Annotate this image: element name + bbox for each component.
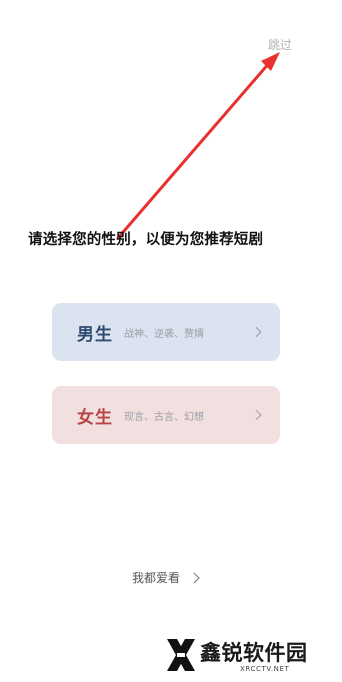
chevron-right-icon bbox=[188, 571, 200, 584]
like-all-button[interactable]: 我都爱看 bbox=[132, 569, 200, 586]
male-option-card[interactable]: 男生 战神、逆袭、赘婿 bbox=[52, 303, 280, 361]
gender-prompt: 请选择您的性别，以便为您推荐短剧 bbox=[28, 232, 264, 248]
watermark-site: XRCCTV.NET bbox=[240, 665, 290, 673]
watermark-logo-icon bbox=[167, 639, 195, 671]
female-option-card[interactable]: 女生 现言、古言、幻想 bbox=[52, 386, 280, 444]
male-option-title: 男生 bbox=[77, 324, 113, 345]
chevron-right-icon bbox=[251, 410, 262, 420]
male-option-tags: 战神、逆袭、赘婿 bbox=[124, 328, 204, 340]
female-option-tags: 现言、古言、幻想 bbox=[124, 411, 204, 423]
watermark-brand: 鑫锐软件园 bbox=[200, 641, 308, 665]
watermark: 鑫锐软件园 XRCCTV.NET bbox=[162, 633, 332, 679]
gender-selection-screen: 跳过 请选择您的性别，以便为您推荐短剧 男生 战神、逆袭、赘婿 女生 现言、古言… bbox=[0, 0, 342, 682]
chevron-right-icon bbox=[251, 327, 262, 337]
like-all-label: 我都爱看 bbox=[132, 571, 181, 585]
female-option-title: 女生 bbox=[77, 407, 113, 428]
